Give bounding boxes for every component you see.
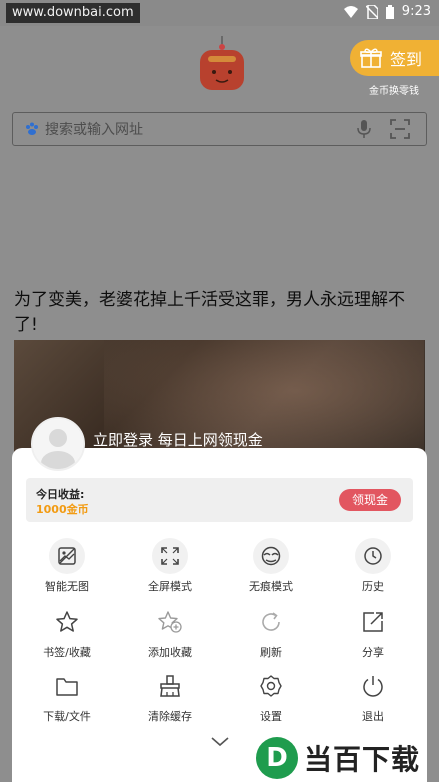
- menu-item-no-image[interactable]: 智能无图: [22, 538, 112, 602]
- microphone-icon[interactable]: [356, 119, 372, 139]
- baidu-paw-icon: [26, 122, 38, 135]
- brand-logo: D: [256, 737, 298, 779]
- menu-item-downloads[interactable]: 下载/文件: [22, 668, 112, 732]
- menu-item-label: 清除缓存: [148, 710, 192, 723]
- status-icons: 9:23: [343, 4, 431, 19]
- wifi-icon: [343, 5, 358, 18]
- battery-icon: [385, 4, 394, 19]
- menu-item-label: 下载/文件: [43, 710, 91, 723]
- search-bar[interactable]: 搜索或输入网址: [12, 112, 427, 146]
- earnings-value: 1000金币: [36, 503, 89, 516]
- star-icon: [49, 604, 85, 640]
- menu-item-label: 书签/收藏: [43, 646, 91, 659]
- menu-item-share[interactable]: 分享: [328, 604, 418, 668]
- mascot-icon[interactable]: [196, 36, 248, 92]
- menu-item-exit[interactable]: 退出: [328, 668, 418, 732]
- add-favorite-icon: [152, 604, 188, 640]
- watermark-text: www.downbai.com: [6, 3, 140, 23]
- earnings-label: 今日收益:: [36, 488, 85, 501]
- default-user-icon: [33, 419, 83, 469]
- menu-item-label: 历史: [362, 580, 384, 593]
- menu-item-clear-cache[interactable]: 清除缓存: [125, 668, 215, 732]
- menu-item-settings[interactable]: 设置: [226, 668, 316, 732]
- scan-icon[interactable]: [390, 119, 410, 139]
- no-image-icon: [49, 538, 85, 574]
- chevron-down-icon[interactable]: [210, 736, 230, 748]
- no-sim-icon: [365, 4, 378, 19]
- brand-watermark: D 当百下载: [256, 734, 439, 782]
- menu-item-label: 无痕模式: [249, 580, 293, 593]
- menu-item-label: 智能无图: [45, 580, 89, 593]
- menu-item-label: 设置: [260, 710, 282, 723]
- login-prompt[interactable]: 立即登录 每日上网领现金: [93, 429, 263, 450]
- news-headline[interactable]: 为了变美，老婆花掉上千活受这罪，男人永远理解不了!: [14, 288, 424, 338]
- menu-item-history[interactable]: 历史: [328, 538, 418, 602]
- incognito-icon: [253, 538, 289, 574]
- history-icon: [355, 538, 391, 574]
- share-icon: [355, 604, 391, 640]
- earnings-card: 今日收益: 1000金币 领现金: [26, 478, 413, 522]
- clock: 9:23: [401, 4, 431, 19]
- avatar[interactable]: [31, 417, 85, 471]
- folder-icon: [49, 668, 85, 704]
- search-input[interactable]: 搜索或输入网址: [45, 119, 143, 139]
- menu-item-bookmarks[interactable]: 书签/收藏: [22, 604, 112, 668]
- menu-item-label: 分享: [362, 646, 384, 659]
- clear-cache-icon: [152, 668, 188, 704]
- coin-exchange-link[interactable]: 金币换零钱: [369, 82, 419, 97]
- withdraw-cash-button[interactable]: 领现金: [339, 489, 401, 511]
- settings-icon: [253, 668, 289, 704]
- fullscreen-icon: [152, 538, 188, 574]
- menu-item-add-favorite[interactable]: 添加收藏: [125, 604, 215, 668]
- gift-icon: [360, 48, 382, 68]
- menu-item-label: 退出: [362, 710, 384, 723]
- sign-in-button[interactable]: 签到: [350, 40, 439, 76]
- power-icon: [355, 668, 391, 704]
- menu-item-refresh[interactable]: 刷新: [226, 604, 316, 668]
- sign-in-label: 签到: [390, 50, 423, 69]
- menu-item-incognito[interactable]: 无痕模式: [226, 538, 316, 602]
- brand-text: 当百下载: [304, 743, 421, 776]
- menu-item-fullscreen[interactable]: 全屏模式: [125, 538, 215, 602]
- menu-item-label: 全屏模式: [148, 580, 192, 593]
- refresh-icon: [253, 604, 289, 640]
- status-bar: www.downbai.com 9:23: [0, 0, 439, 26]
- menu-item-label: 添加收藏: [148, 646, 192, 659]
- menu-item-label: 刷新: [260, 646, 282, 659]
